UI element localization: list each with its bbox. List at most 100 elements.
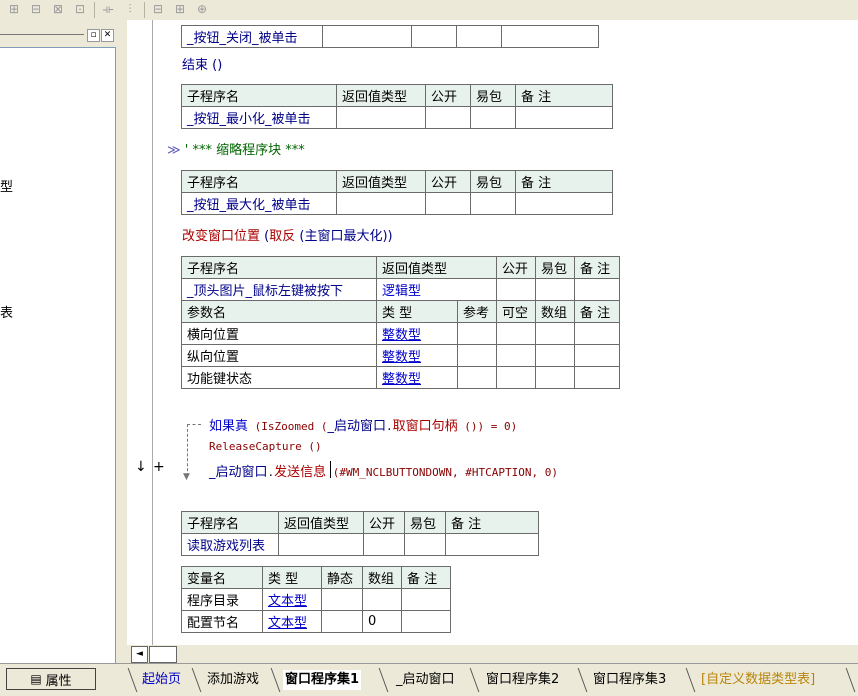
variable-type[interactable]: 文本型 bbox=[262, 610, 322, 633]
table-cell[interactable] bbox=[321, 610, 363, 633]
align-center-icon[interactable]: ⊟ bbox=[28, 2, 44, 17]
minimize-icon[interactable]: ▫ bbox=[87, 29, 100, 42]
table-cell[interactable] bbox=[411, 25, 457, 48]
table-cell[interactable] bbox=[456, 25, 502, 48]
expand-plus-icon[interactable]: + bbox=[153, 459, 165, 475]
tab-window-set-1[interactable]: 窗口程序集1 bbox=[283, 670, 362, 690]
flow-line bbox=[187, 424, 201, 426]
code-line-if[interactable]: 如果真 (IsZoomed (_启动窗口.取窗口句柄 ()) = 0) bbox=[209, 415, 517, 434]
table-cell[interactable] bbox=[401, 610, 451, 633]
variable-name[interactable]: 配置节名 bbox=[181, 610, 263, 633]
table-cell[interactable] bbox=[457, 322, 497, 345]
align-left-icon[interactable]: ⊞ bbox=[6, 2, 22, 17]
tree-item-fragment[interactable]: 型 bbox=[0, 176, 13, 195]
end-statement[interactable]: 结束 () bbox=[182, 54, 222, 73]
table-cell[interactable]: 0 bbox=[362, 610, 402, 633]
table-cell[interactable] bbox=[535, 344, 575, 367]
breakpoint-arrow-icon[interactable]: ↓ bbox=[135, 459, 147, 475]
tab-custom-data-types[interactable]: [自定义数据类型表] bbox=[699, 670, 817, 690]
table-cell[interactable] bbox=[496, 322, 536, 345]
left-panel-scrollbar[interactable] bbox=[116, 47, 127, 665]
close-icon[interactable]: ✕ bbox=[101, 29, 114, 42]
variable-name: _启动窗口 bbox=[327, 419, 387, 434]
tab-separator bbox=[191, 668, 202, 692]
tab-start-page[interactable]: 起始页 bbox=[140, 670, 183, 690]
subroutine-table-maximize: 子程序名 返回值类型 公开 易包 备 注 _按钮_最大化_被单击 bbox=[181, 170, 613, 215]
distribute-v-icon[interactable]: ⫶ bbox=[122, 2, 138, 17]
tab-separator bbox=[378, 668, 389, 692]
code-editor[interactable]: _按钮_关闭_被单击 结束 () 子程序名 返回值类型 公开 易包 备 注 _按… bbox=[127, 20, 858, 645]
table-cell[interactable] bbox=[425, 192, 471, 215]
tab-window-set-2[interactable]: 窗口程序集2 bbox=[484, 670, 561, 690]
horizontal-scrollbar[interactable]: ◄ bbox=[127, 645, 858, 663]
table-cell[interactable] bbox=[336, 106, 426, 129]
return-type[interactable]: 逻辑型 bbox=[376, 278, 497, 301]
tree-item-fragment[interactable]: 表 bbox=[0, 302, 13, 321]
table-cell[interactable] bbox=[425, 106, 471, 129]
table-cell[interactable] bbox=[470, 192, 516, 215]
table-cell[interactable] bbox=[363, 533, 405, 556]
table-header-row: 子程序名 返回值类型 公开 易包 备 注 bbox=[181, 170, 613, 193]
properties-tab[interactable]: ▤ 属性 bbox=[6, 668, 96, 690]
command-name: 改变窗口位置 bbox=[182, 229, 261, 244]
table-cell[interactable] bbox=[457, 344, 497, 367]
subroutine-name[interactable]: 读取游戏列表 bbox=[181, 533, 279, 556]
scroll-left-icon[interactable]: ◄ bbox=[131, 646, 148, 663]
code-line-release-capture[interactable]: ReleaseCapture () bbox=[209, 440, 322, 453]
table-cell[interactable] bbox=[470, 106, 516, 129]
table-cell[interactable] bbox=[515, 192, 613, 215]
tab-add-game[interactable]: 添加游戏 bbox=[205, 670, 261, 690]
param-type[interactable]: 整数型 bbox=[376, 344, 458, 367]
table-cell[interactable] bbox=[457, 366, 497, 389]
table-cell[interactable] bbox=[278, 533, 364, 556]
table-cell[interactable] bbox=[574, 366, 620, 389]
table-cell[interactable] bbox=[574, 278, 620, 301]
align-justify-icon[interactable]: ⊡ bbox=[72, 2, 88, 17]
code-line-send-message[interactable]: _启动窗口.发送信息 (#WM_NCLBUTTONDOWN, #HTCAPTIO… bbox=[209, 461, 558, 480]
titlebar-grip bbox=[0, 34, 84, 35]
variable-type[interactable]: 文本型 bbox=[262, 588, 322, 611]
param-name[interactable]: 纵向位置 bbox=[181, 344, 377, 367]
table-cell[interactable] bbox=[515, 106, 613, 129]
table-cell[interactable] bbox=[322, 25, 412, 48]
tab-startup-window[interactable]: _启动窗口 bbox=[394, 670, 457, 690]
table-header-row: 子程序名 返回值类型 公开 易包 备 注 bbox=[181, 256, 620, 279]
table-cell[interactable] bbox=[404, 533, 446, 556]
variable-name[interactable]: 程序目录 bbox=[181, 588, 263, 611]
table-cell[interactable] bbox=[496, 366, 536, 389]
table-cell[interactable] bbox=[535, 322, 575, 345]
table-cell[interactable] bbox=[496, 344, 536, 367]
equal-height-icon[interactable]: ⊞ bbox=[172, 2, 188, 17]
subroutine-table-minimize: 子程序名 返回值类型 公开 易包 备 注 _按钮_最小化_被单击 bbox=[181, 84, 613, 129]
table-cell[interactable] bbox=[501, 25, 599, 48]
scroll-thumb[interactable] bbox=[149, 646, 177, 663]
table-cell[interactable] bbox=[535, 366, 575, 389]
equal-size-icon[interactable]: ⊕ bbox=[194, 2, 210, 17]
table-row: 纵向位置 整数型 bbox=[181, 344, 620, 367]
collapsed-block[interactable]: ≫ ' *** 缩略程序块 *** bbox=[167, 139, 305, 158]
table-cell[interactable] bbox=[401, 588, 451, 611]
tab-window-set-3[interactable]: 窗口程序集3 bbox=[591, 670, 668, 690]
table-cell[interactable] bbox=[445, 533, 539, 556]
subroutine-name[interactable]: _按钮_最大化_被单击 bbox=[181, 192, 337, 215]
table-cell[interactable] bbox=[574, 344, 620, 367]
table-cell[interactable] bbox=[535, 278, 575, 301]
table-cell[interactable] bbox=[362, 588, 402, 611]
param-name[interactable]: 功能键状态 bbox=[181, 366, 377, 389]
equal-width-icon[interactable]: ⊟ bbox=[150, 2, 166, 17]
table-cell[interactable] bbox=[336, 192, 426, 215]
subroutine-name[interactable]: _顶头图片_鼠标左键被按下 bbox=[181, 278, 377, 301]
table-cell[interactable] bbox=[496, 278, 536, 301]
subroutine-name[interactable]: _按钮_关闭_被单击 bbox=[181, 25, 323, 48]
table-cell[interactable] bbox=[574, 322, 620, 345]
code-line-change-window-position[interactable]: 改变窗口位置 (取反 (主窗口最大化)) bbox=[182, 225, 393, 244]
distribute-h-icon[interactable]: ⟛ bbox=[100, 2, 116, 17]
param-name[interactable]: 横向位置 bbox=[181, 322, 377, 345]
column-header: 数组 bbox=[362, 566, 402, 589]
table-cell[interactable] bbox=[321, 588, 363, 611]
subroutine-name[interactable]: _按钮_最小化_被单击 bbox=[181, 106, 337, 129]
param-type[interactable]: 整数型 bbox=[376, 322, 458, 345]
align-right-icon[interactable]: ⊠ bbox=[50, 2, 66, 17]
param-type[interactable]: 整数型 bbox=[376, 366, 458, 389]
expand-marker-icon[interactable]: ≫ bbox=[167, 143, 181, 158]
